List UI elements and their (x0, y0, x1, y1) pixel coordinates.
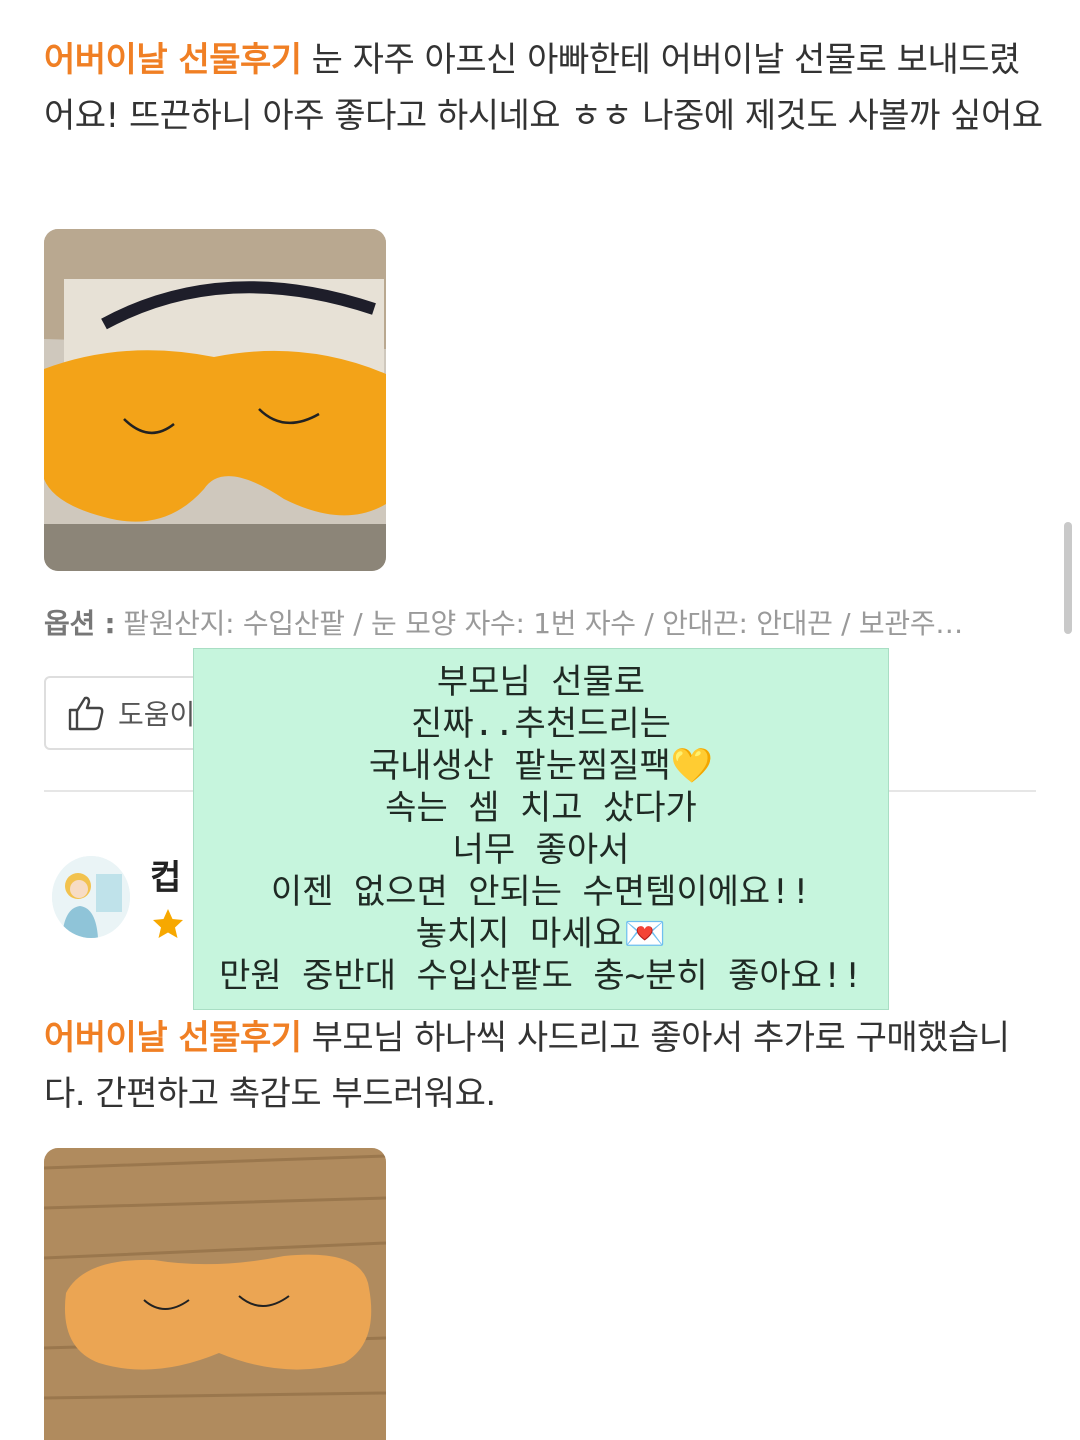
review-text: 어버이날 선물후기 눈 자주 아프신 아빠한테 어버이날 선물로 보내드렸어요! … (44, 32, 1044, 144)
eye-mask-photo-1 (44, 229, 386, 571)
scrollbar[interactable] (1064, 522, 1072, 634)
options-label: 옵션 : (44, 607, 116, 640)
promo-overlay: 부모님 선물로 진짜..추천드리는 국내생산 팥눈찜질팩💛 속는 셈 치고 샀다… (193, 648, 889, 1010)
overlay-line: 부모님 선물로 (436, 662, 646, 702)
overlay-line: 속는 셈 치고 샀다가 (385, 788, 697, 828)
review-text-2: 어버이날 선물후기 부모님 하나씩 사드리고 좋아서 추가로 구매했습니다. 간편… (44, 1010, 1044, 1122)
helpful-label: 도움이 (118, 698, 196, 731)
review-tag-2: 어버이날 선물후기 (44, 1018, 302, 1058)
options-value: 팥원산지: 수입산팥 / 눈 모양 자수: 1번 자수 / 안대끈: 안대끈 /… (123, 607, 963, 640)
review-tag: 어버이날 선물후기 (44, 40, 302, 80)
avatar-image (52, 856, 130, 938)
overlay-line: 국내생산 팥눈찜질팩💛 (368, 746, 714, 786)
review-page: 어버이날 선물후기 눈 자주 아프신 아빠한테 어버이날 선물로 보내드렸어요! … (0, 0, 1080, 1440)
review-photo[interactable] (44, 229, 386, 571)
avatar[interactable] (52, 856, 130, 938)
star-icon (153, 909, 183, 938)
reviewer-name: 컵 (150, 858, 182, 898)
eye-mask-photo-2 (44, 1148, 386, 1440)
overlay-line: 이젠 없으면 안되는 수면템이에요!! (270, 872, 812, 912)
review-photo-2[interactable] (44, 1148, 386, 1440)
overlay-line: 진짜..추천드리는 (411, 704, 671, 744)
review-options: 옵션 : 팥원산지: 수입산팥 / 눈 모양 자수: 1번 자수 / 안대끈: 안… (44, 602, 1044, 642)
overlay-line: 놓치지 마세요💌 (415, 914, 667, 954)
overlay-line: 너무 좋아서 (452, 830, 630, 870)
thumbs-up-icon (68, 696, 104, 731)
overlay-line: 만원 중반대 수입산팥도 충~분히 좋아요!! (219, 956, 863, 996)
